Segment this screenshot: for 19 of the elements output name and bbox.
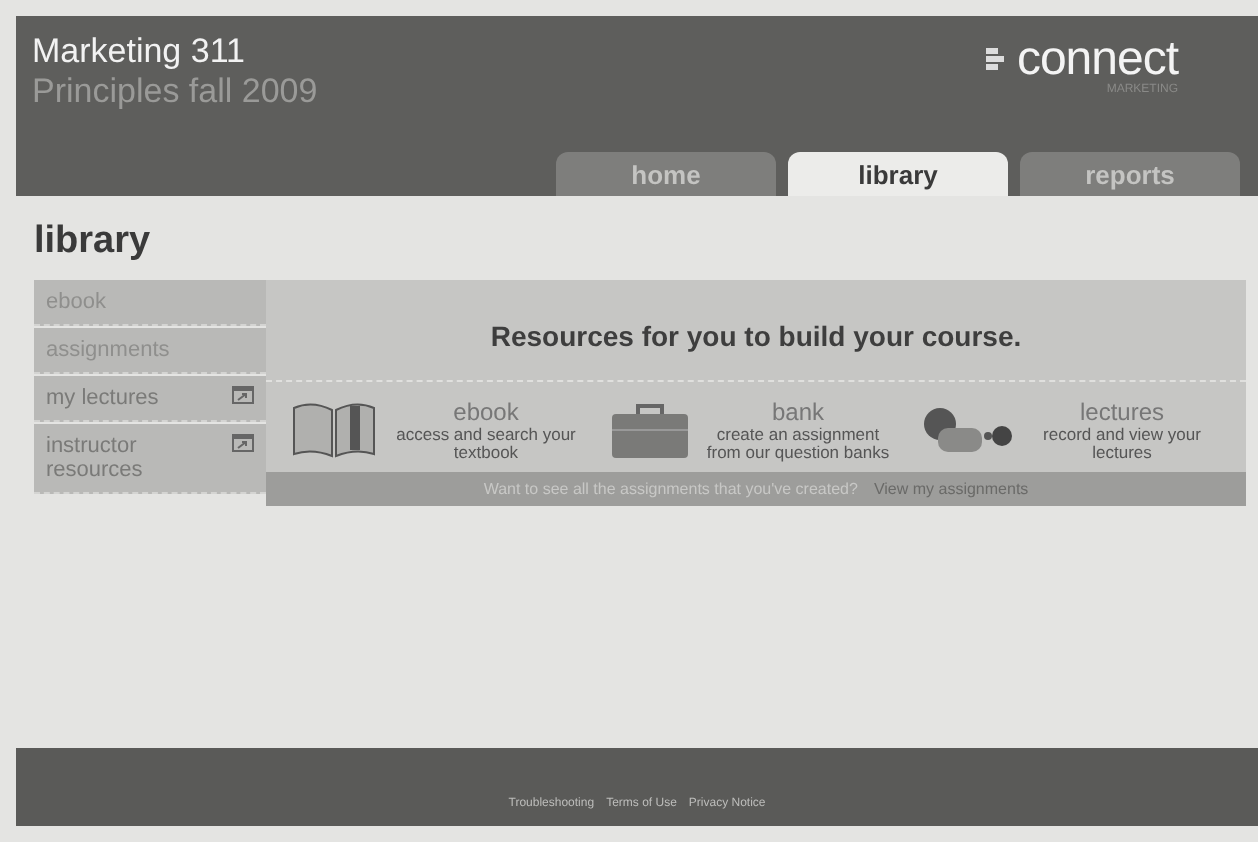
sidebar-label: instructor resources bbox=[46, 434, 145, 482]
resource-description: access and search your textbook bbox=[394, 426, 578, 464]
briefcase-icon bbox=[610, 400, 690, 461]
resource-title[interactable]: bank bbox=[771, 398, 825, 426]
sidebar-item[interactable]: instructor resources bbox=[34, 424, 266, 494]
course-term: Principles fall 2009 bbox=[32, 72, 318, 112]
nav-tab[interactable]: home bbox=[556, 152, 776, 196]
course-title: Marketing 311 bbox=[32, 32, 247, 72]
resource-title[interactable]: lectures bbox=[1079, 398, 1165, 426]
sidebar-item[interactable]: my lectures bbox=[34, 376, 266, 422]
sidebar-label: my lectures bbox=[46, 386, 159, 410]
resource-description: record and view your lectures bbox=[1041, 426, 1203, 464]
nav-tab[interactable]: reports bbox=[1020, 152, 1240, 196]
resource-title[interactable]: ebook bbox=[453, 398, 519, 426]
resources-heading: Resources for you to build your course. bbox=[266, 280, 1246, 382]
page-title: library bbox=[32, 218, 153, 266]
resource-description: create an assignment from our question banks bbox=[704, 426, 892, 464]
nav-tab[interactable]: library bbox=[788, 152, 1008, 196]
open-book-icon bbox=[290, 400, 378, 461]
